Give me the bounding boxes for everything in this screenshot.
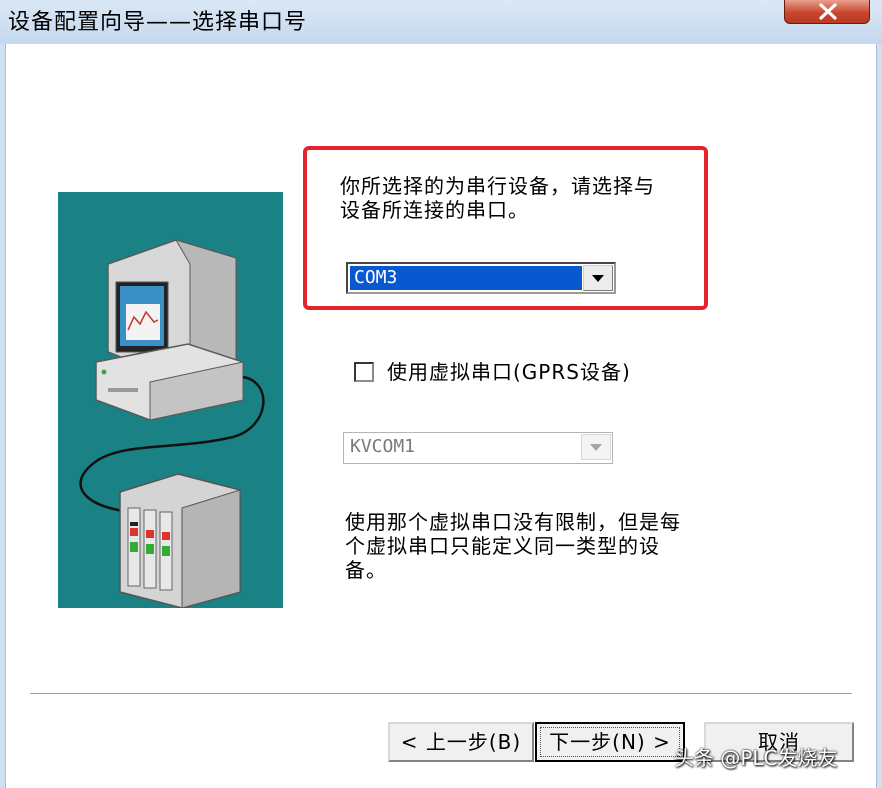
computer-device-illustration — [58, 192, 283, 609]
close-button[interactable] — [784, 0, 870, 24]
window-title: 设备配置向导——选择串口号 — [8, 10, 308, 35]
serial-port-value: COM3 — [349, 265, 583, 291]
virtual-port-checkbox[interactable] — [354, 362, 374, 382]
title-bar: 设备配置向导——选择串口号 — [0, 0, 882, 44]
virtual-port-value: KVCOM1 — [346, 435, 578, 459]
chevron-down-icon — [590, 444, 602, 451]
note-line-3: 备。 — [345, 558, 387, 582]
watermark-text: 头条 @PLC发烧友 — [674, 746, 838, 770]
computer-plc-image — [79, 239, 265, 609]
note-line-1: 使用那个虚拟串口没有限制，但是每 — [345, 510, 681, 534]
dropdown-arrow-button[interactable] — [583, 265, 613, 291]
note-line-2: 个虚拟串口只能定义同一类型的设 — [345, 534, 660, 558]
button-divider — [30, 693, 852, 695]
virtual-port-checkbox-label[interactable]: 使用虚拟串口(GPRS设备) — [387, 360, 631, 384]
serial-port-select[interactable]: COM3 — [346, 262, 616, 294]
prompt-line-2: 设备所连接的串口。 — [340, 198, 529, 222]
virtual-port-select: KVCOM1 — [343, 432, 613, 464]
virtual-port-note: 使用那个虚拟串口没有限制，但是每 个虚拟串口只能定义同一类型的设 备。 — [345, 510, 681, 582]
serial-port-prompt: 你所选择的为串行设备，请选择与 设备所连接的串口。 — [340, 174, 655, 222]
disabled-dropdown-arrow — [581, 434, 611, 460]
prompt-line-1: 你所选择的为串行设备，请选择与 — [340, 174, 655, 198]
chevron-down-icon — [592, 275, 604, 282]
next-button[interactable]: 下一步(N) > — [535, 722, 685, 762]
close-x-icon — [819, 3, 837, 20]
back-button[interactable]: < 上一步(B) — [388, 722, 534, 762]
